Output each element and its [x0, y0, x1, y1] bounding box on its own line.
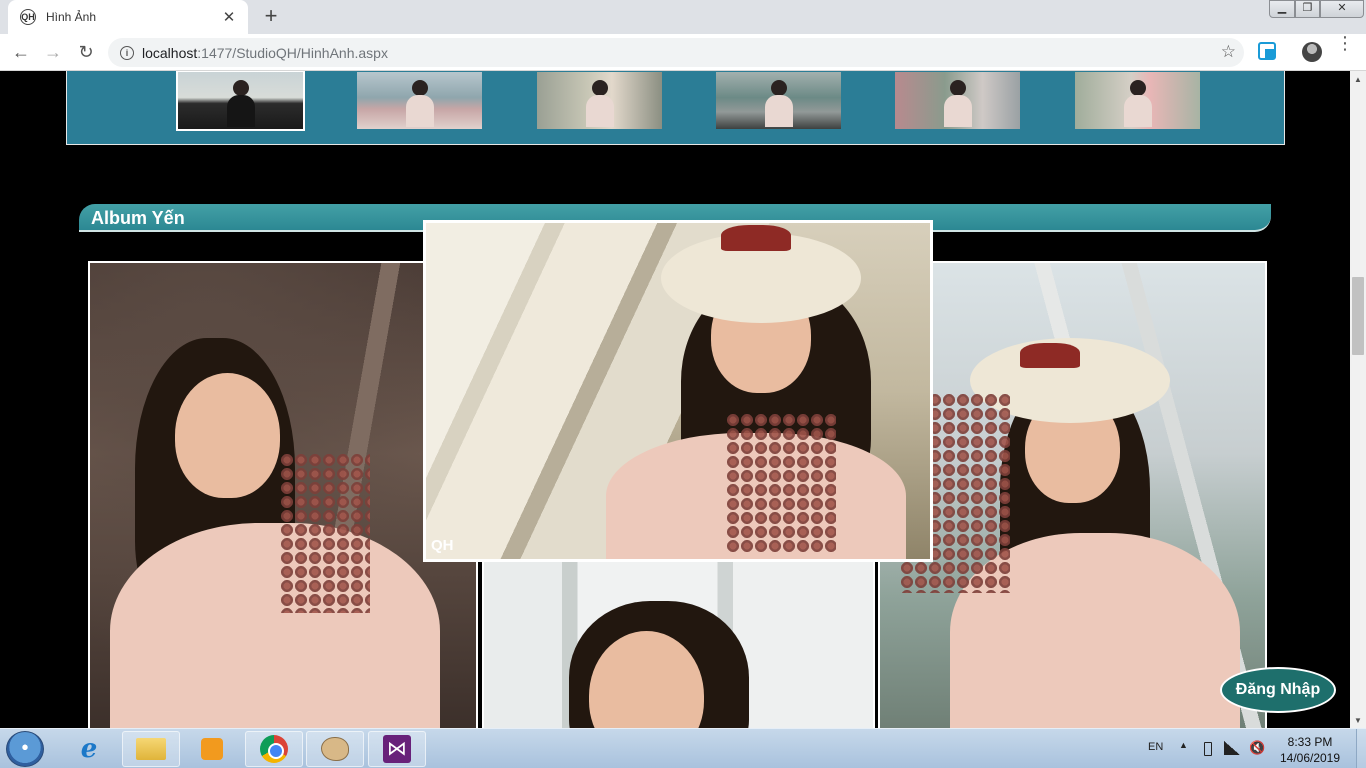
browser-toolbar: ← → ↻ i localhost:1477/StudioQH/HinhAnh.… — [0, 34, 1366, 71]
login-button[interactable]: Đăng Nhập — [1220, 667, 1336, 713]
battery-icon[interactable] — [1204, 742, 1212, 756]
site-info-icon[interactable]: i — [120, 45, 134, 60]
media-player-icon[interactable] — [183, 731, 241, 767]
network-signal-icon[interactable] — [1224, 741, 1240, 755]
back-arrow-icon[interactable]: ← — [9, 41, 33, 63]
album-photo-bottom[interactable] — [482, 559, 875, 728]
tab-hinh-anh[interactable]: QH Hình Ảnh ✕ — [8, 0, 248, 34]
chrome-icon[interactable] — [245, 731, 303, 767]
scroll-down-arrow-icon[interactable]: ▼ — [1353, 716, 1363, 725]
volume-muted-icon[interactable]: 🔇 — [1249, 740, 1265, 756]
file-explorer-icon[interactable] — [122, 731, 180, 767]
forward-arrow-icon[interactable]: → — [41, 41, 65, 63]
clock[interactable]: 8:33 PM 14/06/2019 — [1270, 734, 1350, 766]
url-host: localhost — [142, 44, 198, 61]
tab-close-icon[interactable]: ✕ — [220, 8, 238, 26]
show-desktop-button[interactable] — [1356, 729, 1366, 768]
thumbnail-6[interactable] — [1075, 72, 1200, 129]
browser-tab-bar: QH Hình Ảnh ✕ + ▁ ❐ ✕ — [0, 0, 1366, 34]
scroll-thumb[interactable] — [1352, 277, 1364, 355]
window-maximize-button[interactable]: ❐ — [1295, 0, 1320, 18]
clock-time: 8:33 PM — [1287, 735, 1333, 749]
tab-title: Hình Ảnh — [46, 10, 97, 24]
window-minimize-button[interactable]: ▁ — [1269, 0, 1295, 18]
clock-date: 14/06/2019 — [1279, 751, 1341, 765]
album-title: Album Yến — [91, 208, 185, 228]
paint-icon[interactable] — [306, 731, 364, 767]
visual-studio-icon[interactable]: ⋈ — [368, 731, 426, 767]
window-close-button[interactable]: ✕ — [1320, 0, 1364, 18]
thumbnail-5[interactable] — [895, 72, 1020, 129]
internet-explorer-icon[interactable]: e — [60, 731, 118, 767]
album-photo-featured[interactable]: QH — [424, 221, 932, 561]
reload-icon[interactable]: ↻ — [74, 41, 98, 63]
thumbnail-4[interactable] — [716, 72, 841, 129]
thumbnail-strip — [66, 71, 1285, 145]
windows-taskbar: e ⋈ EN ▲ 🔇 8:33 PM 14/06/2019 — [0, 728, 1366, 768]
url-text[interactable]: localhost:1477/StudioQH/HinhAnh.aspx — [142, 45, 388, 61]
studio-logo: QH — [431, 537, 454, 554]
address-bar[interactable]: i localhost:1477/StudioQH/HinhAnh.aspx ☆ — [108, 38, 1244, 67]
profile-avatar[interactable] — [1302, 42, 1322, 62]
album-photo-left[interactable] — [88, 261, 478, 728]
tray-expand-icon[interactable]: ▲ — [1179, 740, 1188, 750]
extension-icon[interactable] — [1258, 42, 1276, 60]
scroll-up-arrow-icon[interactable]: ▲ — [1353, 75, 1363, 84]
bookmark-star-icon[interactable]: ☆ — [1221, 42, 1236, 62]
thumbnail-1[interactable] — [176, 71, 305, 131]
page-viewport: Album Yến QH Đăng Nhập — [0, 71, 1350, 728]
language-indicator[interactable]: EN — [1148, 741, 1163, 753]
thumbnail-3[interactable] — [537, 72, 662, 129]
album-photo-right[interactable] — [878, 261, 1267, 728]
browser-menu-icon[interactable]: ⋮ — [1336, 34, 1354, 52]
page-scrollbar[interactable]: ▲ ▼ — [1350, 71, 1366, 728]
new-tab-button[interactable]: + — [260, 5, 282, 27]
start-button[interactable] — [6, 731, 44, 767]
url-path: :1477/StudioQH/HinhAnh.aspx — [197, 44, 388, 61]
thumbnail-2[interactable] — [357, 72, 482, 129]
site-favicon-icon: QH — [20, 9, 36, 25]
